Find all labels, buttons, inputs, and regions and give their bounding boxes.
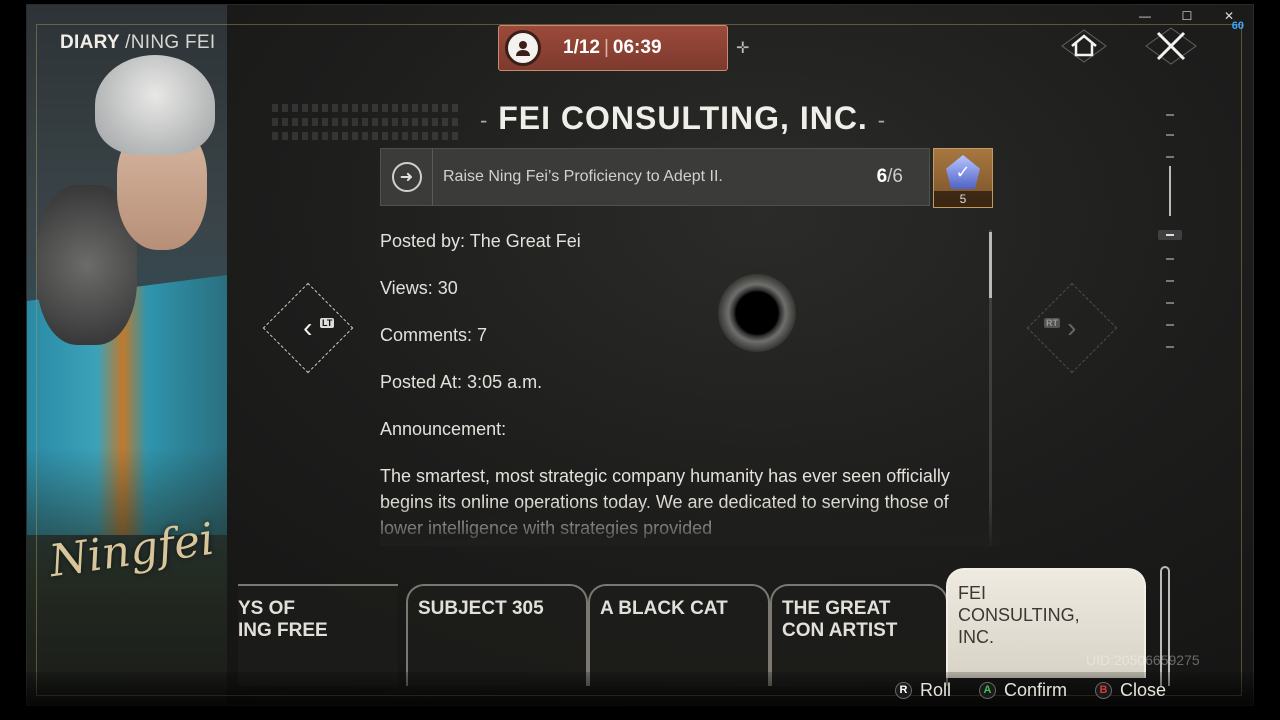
views: Views: 30 <box>380 278 458 298</box>
timer-text: 1/12 | 06:39 <box>563 37 662 59</box>
scrub-tick <box>1166 114 1174 116</box>
quest-text: Raise Ning Fei’s Proficiency to Adept II… <box>443 168 723 185</box>
quest-go-button[interactable]: ➜ <box>381 149 433 205</box>
breadcrumb: DIARY /NING FEI <box>60 32 216 54</box>
a-button-icon: A <box>979 681 997 699</box>
close-icon <box>1145 27 1197 65</box>
background-scribbles <box>272 98 462 140</box>
roll-label: Roll <box>920 679 952 700</box>
timer-time: 06:39 <box>612 37 662 58</box>
content-scrollbar-thumb[interactable] <box>989 232 992 298</box>
scrub-tick <box>1166 234 1174 236</box>
crosshair-icon: ✛ <box>736 40 750 57</box>
nav-right-ring: › <box>1026 282 1118 374</box>
scrub-tick <box>1166 258 1174 260</box>
quest-progress: 6/6 <box>877 166 903 188</box>
home-button[interactable] <box>1056 24 1112 68</box>
roll-hint[interactable]: R Roll <box>895 680 951 701</box>
chevron-right-icon: › <box>1067 311 1077 343</box>
quest-reward[interactable]: ✓ 5 <box>933 148 993 208</box>
tab-subject-305[interactable]: SUBJECT 305 <box>406 584 588 686</box>
scrub-tick <box>1166 134 1174 136</box>
lt-button-tag: LT <box>320 318 335 328</box>
entry-title-row: - FEI CONSULTING, INC. - <box>458 100 908 137</box>
nav-left-ring: ‹ <box>262 282 354 374</box>
quest-objective[interactable]: ➜ Raise Ning Fei’s Proficiency to Adept … <box>380 148 930 206</box>
timer-separator: | <box>603 37 609 58</box>
close-button[interactable] <box>1142 24 1200 68</box>
entry-tabs: YS OF ING FREE SUBJECT 305 A BLACK CAT T… <box>238 566 1170 686</box>
rt-button-tag: RT <box>1044 318 1060 328</box>
scrub-tick <box>1166 346 1174 348</box>
tab-partial-left[interactable]: YS OF ING FREE <box>238 584 398 686</box>
comments: Comments: 7 <box>380 325 488 345</box>
scrub-tick <box>1166 280 1174 282</box>
tab-a-black-cat[interactable]: A BLACK CAT <box>588 584 770 686</box>
next-entry-button[interactable]: › <box>1026 282 1118 374</box>
quest-progress-total: /6 <box>887 166 903 187</box>
title-ornament-right: - <box>877 107 887 133</box>
scrub-tick <box>1166 156 1174 158</box>
character-portrait: Ningfei <box>27 5 227 705</box>
b-button-icon: B <box>1095 681 1113 699</box>
button-hints: R Roll A Confirm B Close <box>895 676 1166 704</box>
tab-scroll-stub <box>1160 566 1170 686</box>
portrait-hair <box>95 55 215 155</box>
maximize-button[interactable]: ☐ <box>1166 6 1208 26</box>
tab-label: YS OF ING FREE <box>238 598 328 641</box>
close-label: Close <box>1120 679 1167 700</box>
posted-by: Posted by: The Great Fei <box>380 231 581 251</box>
tab-label: SUBJECT 305 <box>418 598 544 619</box>
tab-the-great-con-artist[interactable]: THE GREAT CON ARTIST <box>770 584 948 686</box>
tab-label: FEI CONSULTING, INC. <box>958 583 1080 647</box>
previous-entry-button[interactable]: ‹ <box>262 282 354 374</box>
title-ornament-left: - <box>479 107 489 133</box>
scrub-line <box>1169 166 1171 216</box>
entry-content[interactable]: Posted by: The Great Fei Views: 30 Comme… <box>380 228 980 544</box>
checkmark-badge-icon: ✓ <box>946 155 980 189</box>
arrow-right-icon: ➜ <box>391 162 422 192</box>
scrub-tick <box>1166 324 1174 326</box>
confirm-label: Confirm <box>1004 679 1068 700</box>
reward-count: 5 <box>934 191 992 207</box>
player-uid: UID:20506659275 <box>1086 652 1200 668</box>
tab-label: A BLACK CAT <box>600 598 728 619</box>
confirm-hint[interactable]: A Confirm <box>979 680 1067 701</box>
entry-scrubber[interactable] <box>1150 104 1190 354</box>
content-fade <box>380 500 1000 546</box>
chevron-left-icon: ‹ <box>303 311 313 343</box>
scrub-tick <box>1166 302 1174 304</box>
home-icon <box>1061 29 1107 63</box>
close-hint[interactable]: B Close <box>1095 680 1166 701</box>
announcement-label: Announcement: <box>380 419 507 439</box>
event-timer: 1/12 | 06:39 <box>498 25 728 71</box>
timer-progress: 1/12 <box>563 37 600 58</box>
breadcrumb-section: DIARY <box>60 32 120 53</box>
breadcrumb-subsection: /NING FEI <box>125 32 216 53</box>
r-stick-icon: R <box>895 681 912 699</box>
tab-label: THE GREAT CON ARTIST <box>782 598 898 641</box>
posted-at: Posted At: 3:05 a.m. <box>380 372 543 392</box>
loading-ring-icon <box>718 274 796 352</box>
quest-progress-current: 6 <box>876 166 888 187</box>
user-group-icon <box>505 30 541 66</box>
minimize-button[interactable]: — <box>1124 6 1166 26</box>
fps-counter: 60 <box>1231 20 1244 32</box>
entry-title: FEI CONSULTING, INC. <box>498 100 868 136</box>
